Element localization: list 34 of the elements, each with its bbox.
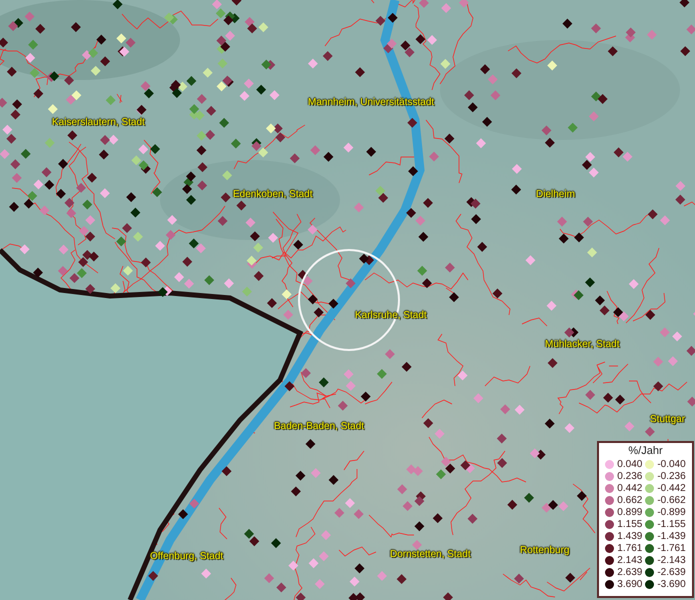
place-label: Kaiserslautern, Stadt — [52, 117, 145, 128]
place-label: Edenkoben, Stadt — [233, 189, 313, 200]
place-label: Rottenburg — [520, 545, 570, 556]
legend-value: -0.442 — [657, 483, 686, 494]
legend-value: -2.639 — [657, 567, 686, 578]
place-label: Karlsruhe, Stadt — [355, 310, 427, 321]
legend-value: 3.690 — [617, 579, 642, 590]
legend-value: 1.439 — [617, 531, 642, 542]
legend-title: %/Jahr — [628, 445, 663, 457]
place-label: Dielheim — [536, 189, 575, 200]
legend-value: -1.155 — [657, 519, 686, 530]
place-label: Mühlacker, Stadt — [545, 339, 620, 350]
legend-value: 0.442 — [617, 483, 642, 494]
legend-value: 1.155 — [617, 519, 642, 530]
legend-value: -0.236 — [657, 471, 686, 482]
legend-value: -0.899 — [657, 507, 686, 518]
place-label: Dornstetten, Stadt — [390, 549, 471, 560]
legend-value: 0.899 — [617, 507, 642, 518]
legend-value: -1.761 — [657, 543, 686, 554]
place-label: Offenburg, Stadt — [150, 551, 224, 562]
legend-value: 0.040 — [617, 459, 642, 470]
legend-value: 0.662 — [617, 495, 642, 506]
place-label: Baden-Baden, Stadt — [274, 421, 364, 432]
legend-value: 2.143 — [617, 555, 642, 566]
legend-value: -3.690 — [657, 579, 686, 590]
legend-value: -1.439 — [657, 531, 686, 542]
place-label: Stuttgar — [650, 414, 686, 425]
legend-value: -2.143 — [657, 555, 686, 566]
legend-value: -0.662 — [657, 495, 686, 506]
legend-value: 0.236 — [617, 471, 642, 482]
legend-value: -0.040 — [657, 459, 686, 470]
place-label: Mannheim, Universitätsstadt — [308, 97, 434, 108]
legend-value: 2.639 — [617, 567, 642, 578]
legend-value: 1.761 — [617, 543, 642, 554]
